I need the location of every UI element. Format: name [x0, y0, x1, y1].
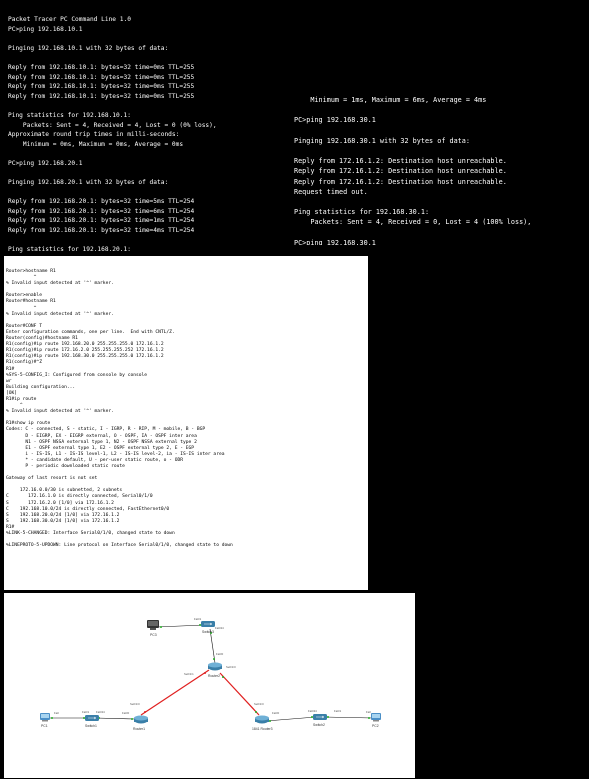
- svg-text:Fa0/24: Fa0/24: [96, 710, 105, 714]
- terminal-output-line: ​: [8, 188, 284, 198]
- terminal-output-line: Pinging 192.168.30.1 with 32 bytes of da…: [294, 136, 470, 145]
- link-switch2-pc2[interactable]: [323, 716, 374, 719]
- svg-text:Fa0: Fa0: [54, 711, 59, 715]
- terminal-output-line: Reply from 192.168.20.1: bytes=32 time=4…: [8, 227, 195, 235]
- terminal-output-line: ​: [8, 53, 284, 63]
- terminal-output-line: Reply from 172.16.1.2: Destination host …: [294, 177, 507, 186]
- network-topology-canvas[interactable]: Fa0/1 Fa0/24 Fa0/0 Se0/1/0 Se0/1/1 Se0/1…: [4, 593, 415, 778]
- terminal-output-line: Reply from 192.168.20.1: bytes=32 time=1…: [8, 217, 195, 225]
- terminal-output-line: Reply from 172.16.1.2: Destination host …: [294, 167, 507, 176]
- terminal-output-line: Pinging 192.168.20.1 with 32 bytes of da…: [8, 179, 169, 187]
- terminal-output-line: Reply from 192.168.20.1: bytes=32 time=5…: [8, 198, 195, 206]
- svg-text:Fa0/1: Fa0/1: [194, 617, 202, 621]
- terminal-output-line: Ping statistics for 192.168.20.1:: [8, 246, 131, 254]
- terminal-output-line: Packet Tracer PC Command Line 1.0: [8, 16, 131, 23]
- switch2-label: Switch2: [313, 723, 325, 727]
- switch1-device[interactable]: Switch1: [85, 715, 99, 728]
- pc-command-line-terminal-2[interactable]: Minimum = 1ms, Maximum = 6ms, Average = …: [290, 93, 589, 245]
- router1-device[interactable]: Router1: [133, 715, 148, 732]
- svg-text:Se0/1/0: Se0/1/0: [130, 702, 140, 706]
- terminal-output-line: ​: [294, 197, 589, 207]
- terminal-output-line: ​: [294, 228, 589, 238]
- terminal-output-line: PC>ping 192.168.10.1: [8, 25, 83, 33]
- terminal-output-line: ​: [8, 236, 284, 246]
- svg-text:Fa0/0: Fa0/0: [272, 711, 280, 715]
- link-router3-switch2[interactable]: [265, 716, 317, 722]
- switch3-label: Switch3: [202, 630, 214, 634]
- terminal-output-line: PC>ping 192.168.20.1: [8, 159, 83, 167]
- router-cli-terminal[interactable]: Router>hostname R1 ^% Invalid input dete…: [4, 256, 368, 590]
- terminal-output-line: Reply from 192.168.10.1: bytes=32 time=0…: [8, 83, 195, 91]
- terminal-output-line: Minimum = 1ms, Maximum = 6ms, Average = …: [294, 96, 487, 104]
- router3-device[interactable]: 1841 Router3: [252, 715, 273, 732]
- svg-text:Fa0/1: Fa0/1: [82, 710, 90, 714]
- topology-diagram: Fa0/1 Fa0/24 Fa0/0 Se0/1/0 Se0/1/1 Se0/1…: [40, 617, 381, 732]
- link-switch1-router1[interactable]: [94, 717, 137, 720]
- pc1-label: PC1: [41, 724, 48, 728]
- svg-text:Fa0/0: Fa0/0: [122, 711, 130, 715]
- switch3-device[interactable]: Switch3: [201, 621, 215, 634]
- pc3-device[interactable]: PC3: [147, 620, 159, 637]
- terminal-output-line: PC>ping 192.168.30.1: [294, 238, 376, 245]
- svg-text:Se0/1/0: Se0/1/0: [254, 702, 264, 706]
- terminal-output-line: ​: [294, 105, 589, 115]
- router2-device[interactable]: Router2: [208, 662, 222, 679]
- terminal-output-line: Reply from 192.168.10.1: bytes=32 time=0…: [8, 92, 195, 100]
- terminal-output-line: ​: [8, 34, 284, 44]
- router2-label: Router2: [208, 674, 220, 678]
- terminal-output-line: Reply from 192.168.20.1: bytes=32 time=6…: [8, 207, 195, 215]
- link-pc3-switch3[interactable]: [156, 624, 205, 628]
- terminal-output-line: ​: [294, 126, 589, 136]
- switch1-label: Switch1: [85, 724, 97, 728]
- terminal-output-line: Reply from 192.168.10.1: bytes=32 time=0…: [8, 73, 195, 81]
- pc2-label: PC2: [372, 724, 379, 728]
- svg-text:Fa0/24: Fa0/24: [215, 626, 224, 630]
- terminal-output-line: Packets: Sent = 4, Received = 0, Lost = …: [294, 218, 532, 227]
- svg-text:Fa0/0: Fa0/0: [216, 652, 224, 656]
- pc-command-line-terminal-1[interactable]: Packet Tracer PC Command Line 1.0 PC>ping…: [4, 4, 284, 255]
- router1-label: Router1: [133, 727, 145, 731]
- link-router2-router3[interactable]: [219, 672, 260, 716]
- terminal-output-line: Minimum = 0ms, Maximum = 0ms, Average = …: [8, 140, 184, 148]
- terminal-output-line: Approximate round trip times in milli-se…: [8, 131, 180, 139]
- terminal-output-line: Reply from 192.168.10.1: bytes=32 time=0…: [8, 63, 195, 71]
- svg-text:Se0/1/1: Se0/1/1: [184, 672, 194, 676]
- terminal-output-line: Reply from 172.16.1.2: Destination host …: [294, 157, 507, 166]
- link-router2-router1[interactable]: [140, 669, 210, 716]
- terminal-output-line: ​: [8, 169, 284, 179]
- svg-text:Fa0: Fa0: [366, 710, 371, 714]
- svg-text:Fa0/24: Fa0/24: [308, 709, 317, 713]
- terminal-output-line: ​: [294, 146, 589, 156]
- terminal-output-line: PC>ping 192.168.30.1: [294, 116, 376, 125]
- link-status-indicators: [51, 624, 370, 722]
- pc3-label: PC3: [150, 633, 157, 637]
- terminal-output-line: ​: [8, 101, 284, 111]
- svg-text:Se0/1/0: Se0/1/0: [226, 665, 236, 669]
- pc2-device[interactable]: PC2: [371, 713, 381, 728]
- svg-text:Fa0/1: Fa0/1: [334, 709, 342, 713]
- router-cli-output-line: %LINEPROTO-5-UPDOWN: Line protocol on In…: [6, 543, 233, 549]
- terminal-output-line: Ping statistics for 192.168.10.1:: [8, 111, 131, 119]
- link-switch3-router2[interactable]: [209, 628, 216, 664]
- terminal-output-line: Request timed out.: [294, 187, 368, 196]
- pc1-device[interactable]: PC1: [40, 713, 50, 728]
- terminal-output-line: Packets: Sent = 4, Received = 4, Lost = …: [8, 121, 217, 129]
- router3-label: 1841 Router3: [252, 727, 273, 731]
- terminal-output-line: Pinging 192.168.10.1 with 32 bytes of da…: [8, 44, 169, 52]
- switch2-device[interactable]: Switch2: [313, 714, 327, 727]
- terminal-output-line: ​: [8, 149, 284, 159]
- terminal-output-line: Ping statistics for 192.168.30.1:: [294, 208, 430, 217]
